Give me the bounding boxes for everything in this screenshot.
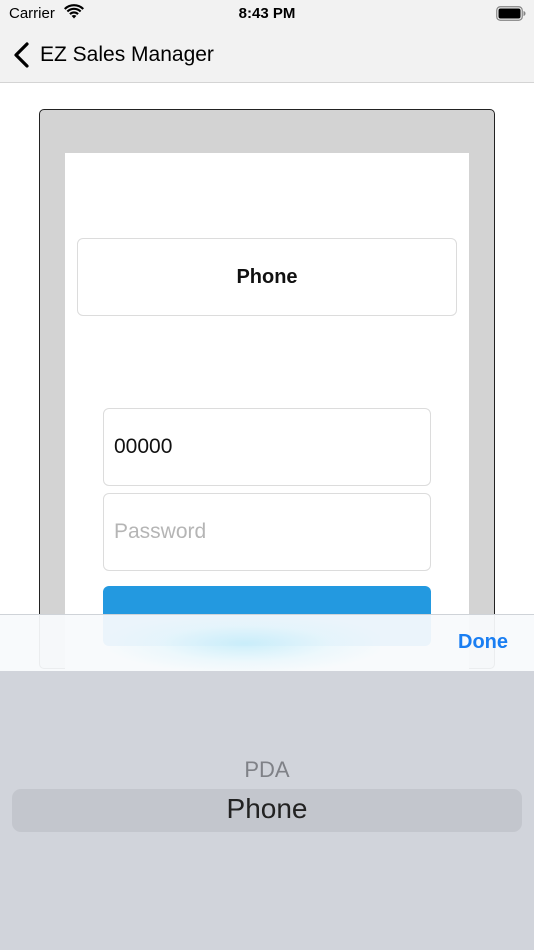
device-screen: Phone 00000 Password (65, 153, 469, 673)
picker-option-phone[interactable]: Phone (0, 793, 534, 825)
picker-option-pda[interactable]: PDA (0, 757, 534, 783)
navigation-bar: EZ Sales Manager (0, 28, 534, 83)
device-frame: Phone 00000 Password (39, 109, 495, 673)
status-bar: Carrier 8:43 PM (0, 0, 534, 28)
toolbar-glow (110, 615, 380, 672)
password-field[interactable]: Password (103, 493, 431, 571)
picker-toolbar: Done (0, 614, 534, 672)
chevron-left-icon (14, 42, 29, 68)
battery-icon (496, 6, 526, 21)
done-button[interactable]: Done (458, 631, 508, 654)
device-type-button[interactable]: Phone (77, 238, 457, 316)
nav-title: EZ Sales Manager (40, 43, 214, 66)
clock: 8:43 PM (238, 5, 296, 22)
username-field[interactable]: 00000 (103, 408, 431, 486)
back-button[interactable]: EZ Sales Manager (12, 38, 214, 72)
picker-wheel[interactable]: PDA Phone (0, 671, 534, 950)
